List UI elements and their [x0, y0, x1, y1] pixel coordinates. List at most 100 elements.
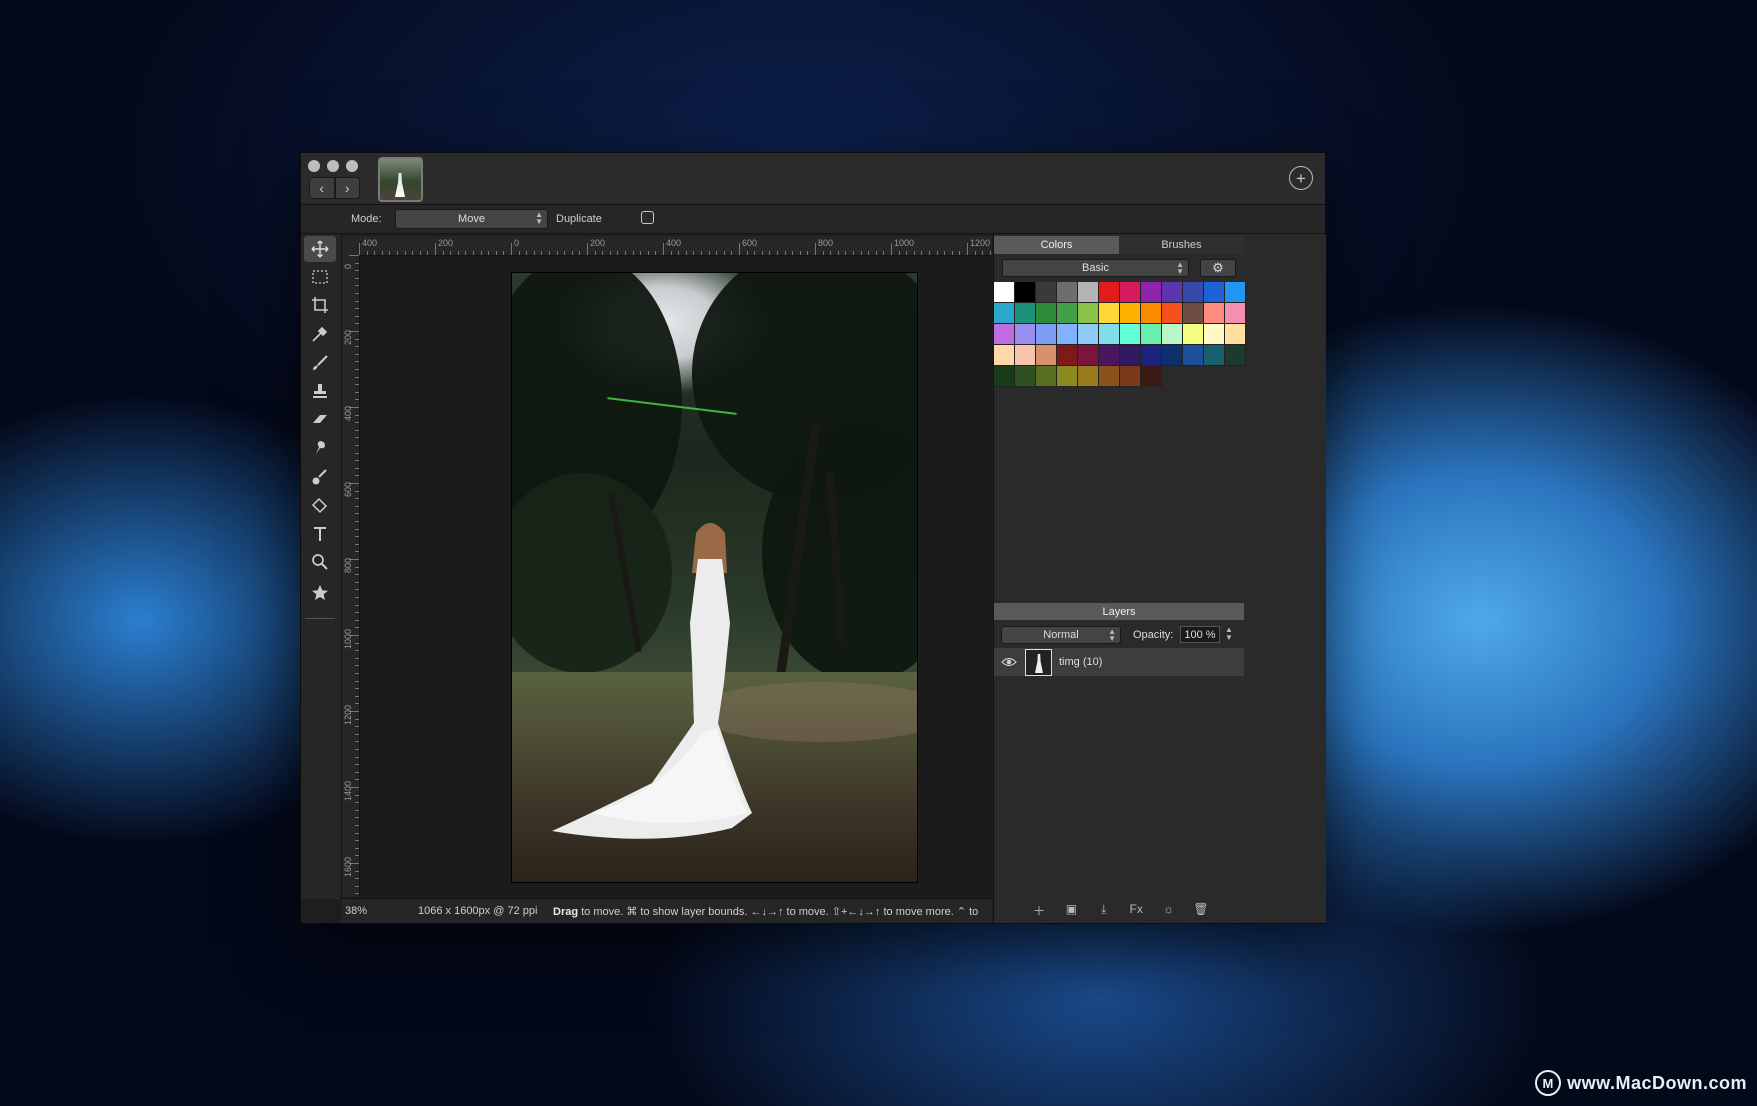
blend-mode-select[interactable]: Normal ▲ ▼ — [1001, 626, 1121, 644]
zoom-window-button[interactable] — [346, 160, 358, 172]
color-swatch[interactable] — [1120, 366, 1141, 387]
brush-tool[interactable] — [304, 350, 336, 376]
favorites-tool[interactable] — [304, 580, 336, 606]
new-group-icon[interactable]: ▣ — [1062, 902, 1080, 918]
horizontal-ruler[interactable]: 4002000200400600800100012001400 — [359, 236, 992, 256]
marquee-tool[interactable] — [304, 264, 336, 290]
text-tool[interactable] — [304, 521, 336, 547]
color-swatch[interactable] — [1120, 282, 1141, 303]
color-swatch[interactable] — [1141, 366, 1162, 387]
eye-icon[interactable] — [1001, 654, 1017, 670]
zoom-level[interactable]: 38% — [345, 905, 367, 917]
color-swatch[interactable] — [1078, 366, 1099, 387]
color-swatch[interactable] — [1162, 324, 1183, 345]
color-swatch[interactable] — [1099, 324, 1120, 345]
color-swatch[interactable] — [994, 366, 1015, 387]
color-swatch[interactable] — [994, 324, 1015, 345]
color-swatch[interactable] — [1036, 366, 1057, 387]
forward-button[interactable]: › — [334, 177, 360, 199]
canvas-area[interactable] — [360, 256, 992, 897]
opacity-stepper[interactable]: ▲ ▼ — [1224, 626, 1234, 642]
color-swatch[interactable] — [994, 282, 1015, 303]
back-button[interactable]: ‹ — [309, 177, 335, 199]
color-swatch[interactable] — [1078, 282, 1099, 303]
color-swatch[interactable] — [1183, 303, 1204, 324]
color-swatch[interactable] — [1015, 345, 1036, 366]
vertical-ruler[interactable]: 0 200 400 600 800 1000 1200 1400 1600 — [342, 255, 360, 897]
smudge-tool[interactable] — [304, 435, 336, 461]
palette-settings-button[interactable]: ⚙ — [1200, 259, 1236, 277]
color-swatch[interactable] — [1120, 303, 1141, 324]
color-swatch[interactable] — [1099, 282, 1120, 303]
move-tool[interactable] — [304, 236, 336, 262]
color-swatch[interactable] — [1057, 303, 1078, 324]
color-swatch[interactable] — [1204, 324, 1225, 345]
document-tab-thumbnail[interactable] — [378, 157, 423, 202]
color-swatch[interactable] — [1057, 324, 1078, 345]
color-swatch[interactable] — [1141, 282, 1162, 303]
color-swatch[interactable] — [1225, 345, 1246, 366]
document-image[interactable] — [511, 272, 918, 883]
zoom-tool[interactable] — [304, 549, 336, 575]
color-swatch[interactable] — [1141, 324, 1162, 345]
color-swatch[interactable] — [1099, 366, 1120, 387]
eyedropper-tool[interactable] — [304, 321, 336, 347]
color-swatch[interactable] — [1099, 303, 1120, 324]
color-swatch[interactable] — [1183, 345, 1204, 366]
minimize-window-button[interactable] — [327, 160, 339, 172]
add-document-button[interactable]: + — [1289, 166, 1313, 190]
effects-icon[interactable]: Fx — [1127, 902, 1145, 918]
layer-row[interactable]: timg (10) — [994, 648, 1244, 676]
opacity-field[interactable]: 100 % — [1180, 626, 1220, 643]
color-swatch[interactable] — [1141, 345, 1162, 366]
palette-select[interactable]: Basic ▲ ▼ — [1002, 259, 1189, 277]
color-swatch[interactable] — [1204, 345, 1225, 366]
eraser-tool[interactable] — [304, 406, 336, 432]
color-swatch[interactable] — [1183, 324, 1204, 345]
color-swatch[interactable] — [1015, 303, 1036, 324]
color-swatch[interactable] — [1141, 303, 1162, 324]
tab-brushes[interactable]: Brushes — [1119, 236, 1244, 254]
color-swatch[interactable] — [1015, 282, 1036, 303]
color-swatch[interactable] — [1162, 345, 1183, 366]
close-window-button[interactable] — [308, 160, 320, 172]
color-swatch[interactable] — [1120, 324, 1141, 345]
tab-colors[interactable]: Colors — [994, 236, 1119, 254]
color-swatch[interactable] — [994, 345, 1015, 366]
color-swatch[interactable] — [1036, 345, 1057, 366]
duplicate-checkbox[interactable] — [641, 211, 654, 224]
color-swatch[interactable] — [1078, 303, 1099, 324]
color-swatch[interactable] — [1162, 303, 1183, 324]
trash-icon[interactable]: 🗑 — [1192, 902, 1210, 918]
color-swatch[interactable] — [1162, 282, 1183, 303]
fill-tool[interactable] — [304, 492, 336, 518]
color-swatch[interactable] — [1036, 282, 1057, 303]
color-swatch[interactable] — [1225, 324, 1246, 345]
color-swatch[interactable] — [1078, 324, 1099, 345]
crop-tool[interactable] — [304, 292, 336, 318]
color-swatch[interactable] — [1057, 282, 1078, 303]
color-swatch[interactable] — [1204, 282, 1225, 303]
ruler-tick — [442, 251, 444, 255]
add-layer-icon[interactable]: ＋ — [1030, 902, 1048, 918]
layer-name[interactable]: timg (10) — [1059, 656, 1102, 668]
color-swatch[interactable] — [1057, 366, 1078, 387]
color-swatch[interactable] — [1036, 324, 1057, 345]
color-swatch[interactable] — [1057, 345, 1078, 366]
color-swatch[interactable] — [1225, 303, 1246, 324]
color-swatch[interactable] — [1099, 345, 1120, 366]
color-swatch[interactable] — [1078, 345, 1099, 366]
merge-down-icon[interactable]: ⤓ — [1095, 902, 1113, 918]
retouch-tool[interactable] — [304, 464, 336, 490]
color-swatch[interactable] — [1183, 282, 1204, 303]
clone-stamp-tool[interactable] — [304, 378, 336, 404]
color-swatch[interactable] — [1015, 324, 1036, 345]
adjustments-icon[interactable]: ☼ — [1160, 902, 1178, 918]
color-swatch[interactable] — [1204, 303, 1225, 324]
color-swatch[interactable] — [1120, 345, 1141, 366]
color-swatch[interactable] — [994, 303, 1015, 324]
color-swatch[interactable] — [1036, 303, 1057, 324]
color-swatch[interactable] — [1225, 282, 1246, 303]
color-swatch[interactable] — [1015, 366, 1036, 387]
mode-select[interactable]: Move ▲ ▼ — [395, 209, 548, 229]
